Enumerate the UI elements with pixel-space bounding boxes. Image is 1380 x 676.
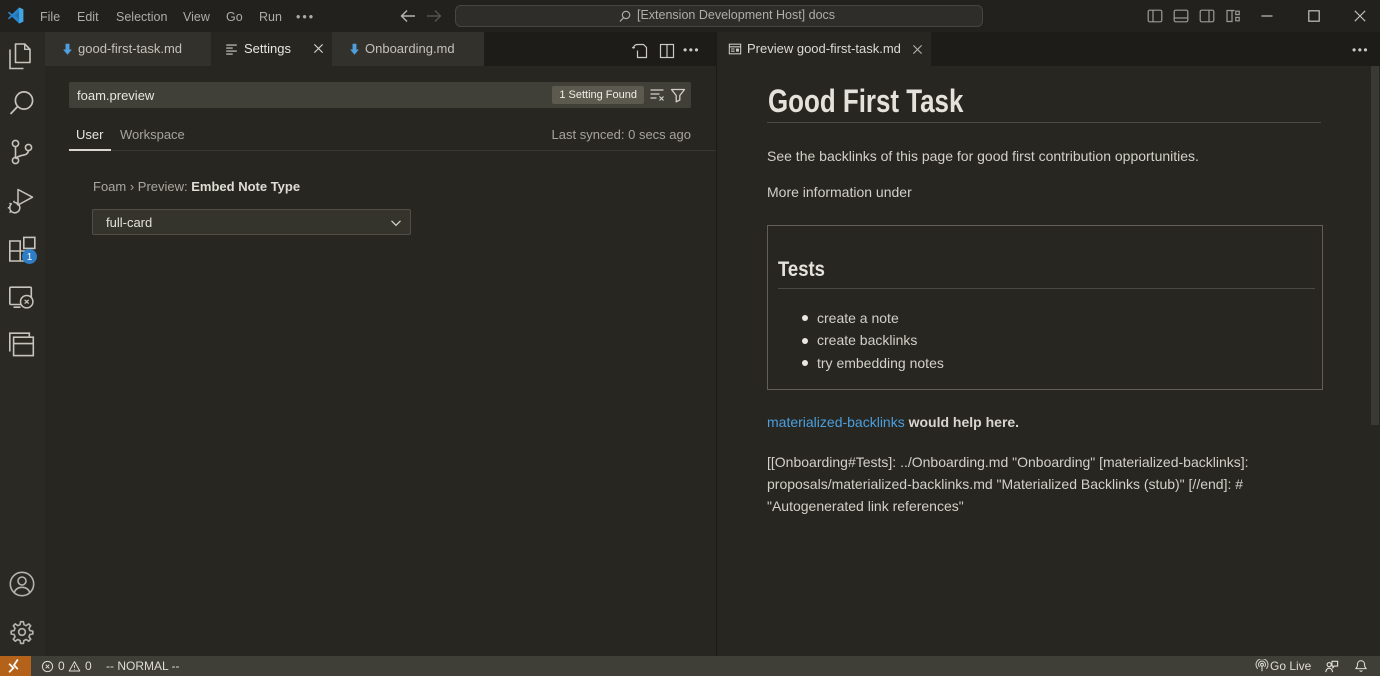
svg-text:1: 1 [27,252,33,263]
